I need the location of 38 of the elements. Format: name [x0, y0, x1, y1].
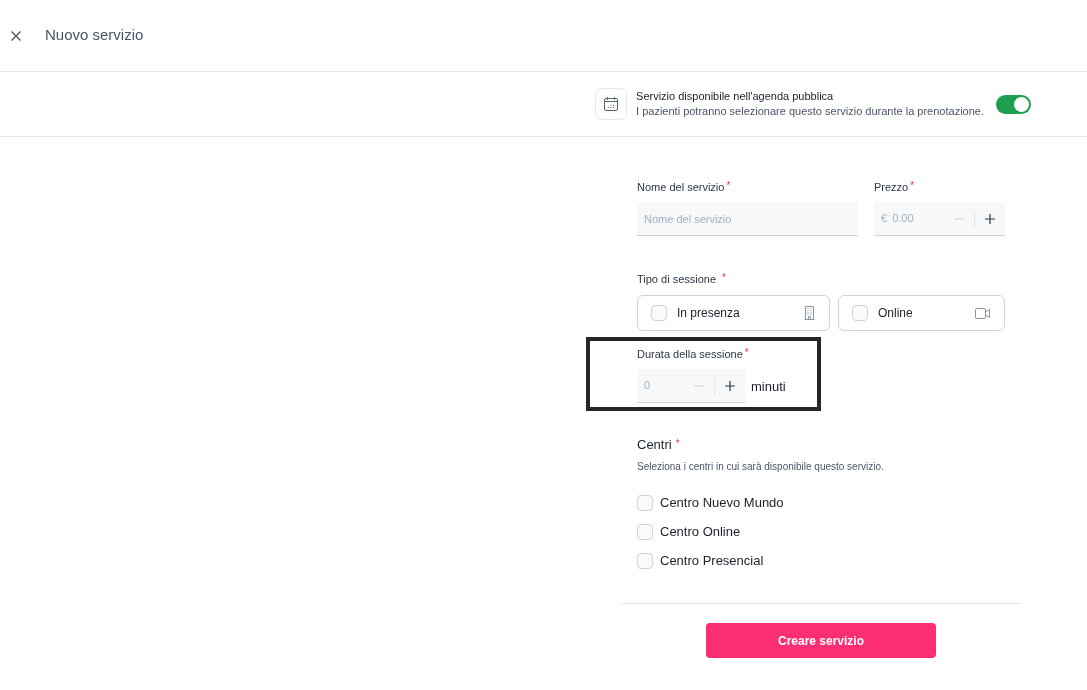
session-type-option[interactable]: In presenza [637, 295, 830, 331]
required-mark: * [726, 180, 731, 192]
required-mark: * [675, 438, 680, 450]
plus-icon [985, 213, 995, 224]
currency-symbol: € [881, 211, 888, 227]
center-option[interactable]: Centro Nuevo Mundo [637, 488, 784, 517]
plus-icon [725, 380, 735, 391]
section-title: Centri [637, 437, 672, 453]
toggle-switch[interactable] [996, 94, 1031, 114]
duration-stepper[interactable]: 0 [637, 369, 745, 403]
checkbox[interactable] [637, 494, 653, 511]
setting-title: Servizio disponibile nell'agenda pubblica [636, 89, 835, 104]
section-description: Seleziona i centri in cui sarà disponibile questo servizio. [637, 460, 884, 473]
field-label: Durata della sessione [637, 347, 743, 361]
checkbox[interactable] [651, 305, 667, 321]
setting-description: I pazienti potranno selezionare questo servizio durante la prenotazione. [636, 104, 984, 119]
field-label: Prezzo [874, 180, 909, 194]
video-camera-icon [975, 307, 990, 319]
required-mark: * [722, 272, 726, 284]
close-icon [11, 30, 21, 41]
checkbox[interactable] [637, 552, 653, 569]
price-input[interactable]: 0.00 [892, 210, 933, 227]
center-option[interactable]: Centro Presencial [637, 546, 764, 575]
field-label: Tipo di sessione [637, 272, 717, 286]
center-option[interactable]: Centro Online [637, 517, 741, 546]
required-mark: * [910, 180, 915, 192]
service-name-field[interactable]: Nome del servizio [637, 202, 858, 236]
checkbox[interactable] [637, 523, 653, 540]
duration-input[interactable]: 0 [644, 377, 674, 394]
calendar-icon [595, 88, 628, 120]
field-label: Nome del servizio [637, 180, 725, 194]
unit-label: minuti [751, 378, 786, 397]
building-icon [804, 306, 815, 320]
create-service-button[interactable]: Creare servizio [706, 623, 936, 658]
checkbox[interactable] [852, 305, 868, 321]
required-mark: * [744, 347, 749, 359]
session-type-option[interactable]: Online [838, 295, 1005, 331]
page-title: Nuovo servizio [45, 25, 144, 44]
